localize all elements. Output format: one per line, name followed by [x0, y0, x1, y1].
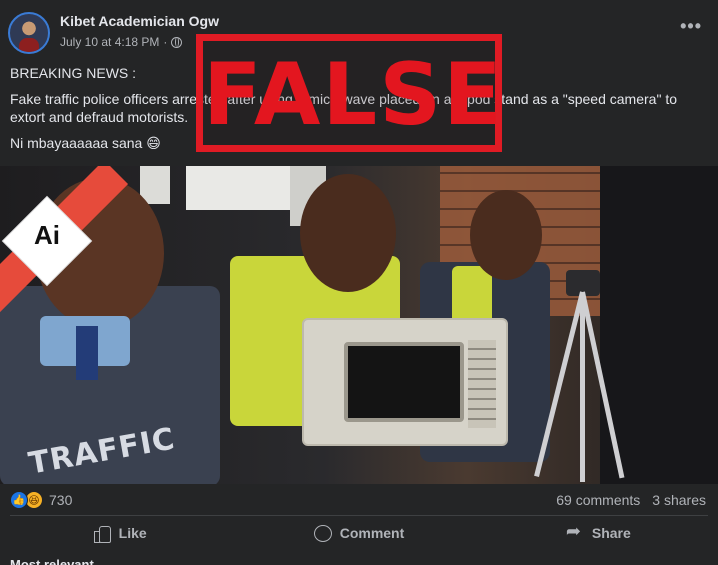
share-arrow-icon: [566, 521, 584, 542]
more-options-button[interactable]: •••: [680, 16, 702, 37]
false-stamp: FALSE: [196, 34, 502, 152]
author-avatar[interactable]: [8, 12, 50, 54]
comment-label: Comment: [339, 525, 405, 541]
post-timestamp[interactable]: July 10 at 4:18 PM: [60, 35, 159, 49]
like-button[interactable]: Like: [0, 518, 239, 548]
false-stamp-label: FALSE: [203, 45, 504, 145]
action-bar: Like Comment Share: [0, 518, 718, 548]
tripod-leg: [580, 292, 585, 482]
tripod: [534, 270, 625, 482]
share-label: Share: [591, 525, 631, 541]
officer-right-face: [470, 190, 542, 280]
meta-separator: ·: [163, 35, 168, 49]
officer-left-tie: [76, 326, 98, 380]
comment-bubble-icon: [313, 524, 332, 542]
author-name[interactable]: Kibet Academician Ogw: [60, 13, 219, 29]
reactions-summary[interactable]: 👍 😆 730: [10, 491, 72, 509]
divider: [10, 515, 708, 516]
shares-count-link[interactable]: 3 shares: [652, 492, 706, 508]
officer-middle-face: [300, 174, 396, 292]
microwave-keypad: [468, 340, 496, 428]
like-icon: 👍: [10, 491, 28, 509]
share-button[interactable]: Share: [479, 518, 718, 548]
like-label: Like: [118, 525, 147, 541]
engagement-stats: 69 comments 3 shares: [556, 492, 706, 508]
reaction-count: 730: [49, 492, 73, 508]
comment-sort-label[interactable]: Most relevant: [10, 557, 94, 565]
microwave-window: [344, 342, 464, 422]
ai-badge-label: Ai: [34, 220, 60, 250]
post-meta: July 10 at 4:18 PM ·: [60, 35, 183, 49]
wall-paper: [186, 166, 290, 210]
post-image[interactable]: TRAFFIC Ai: [0, 166, 718, 484]
comments-count-link[interactable]: 69 comments: [556, 492, 640, 508]
microwave: [302, 318, 508, 446]
thumbs-up-icon: [93, 524, 111, 543]
globe-icon: [171, 36, 183, 48]
facebook-post: Kibet Academician Ogw July 10 at 4:18 PM…: [0, 0, 718, 565]
bystander-shadow: [600, 166, 718, 484]
comment-button[interactable]: Comment: [239, 518, 478, 548]
